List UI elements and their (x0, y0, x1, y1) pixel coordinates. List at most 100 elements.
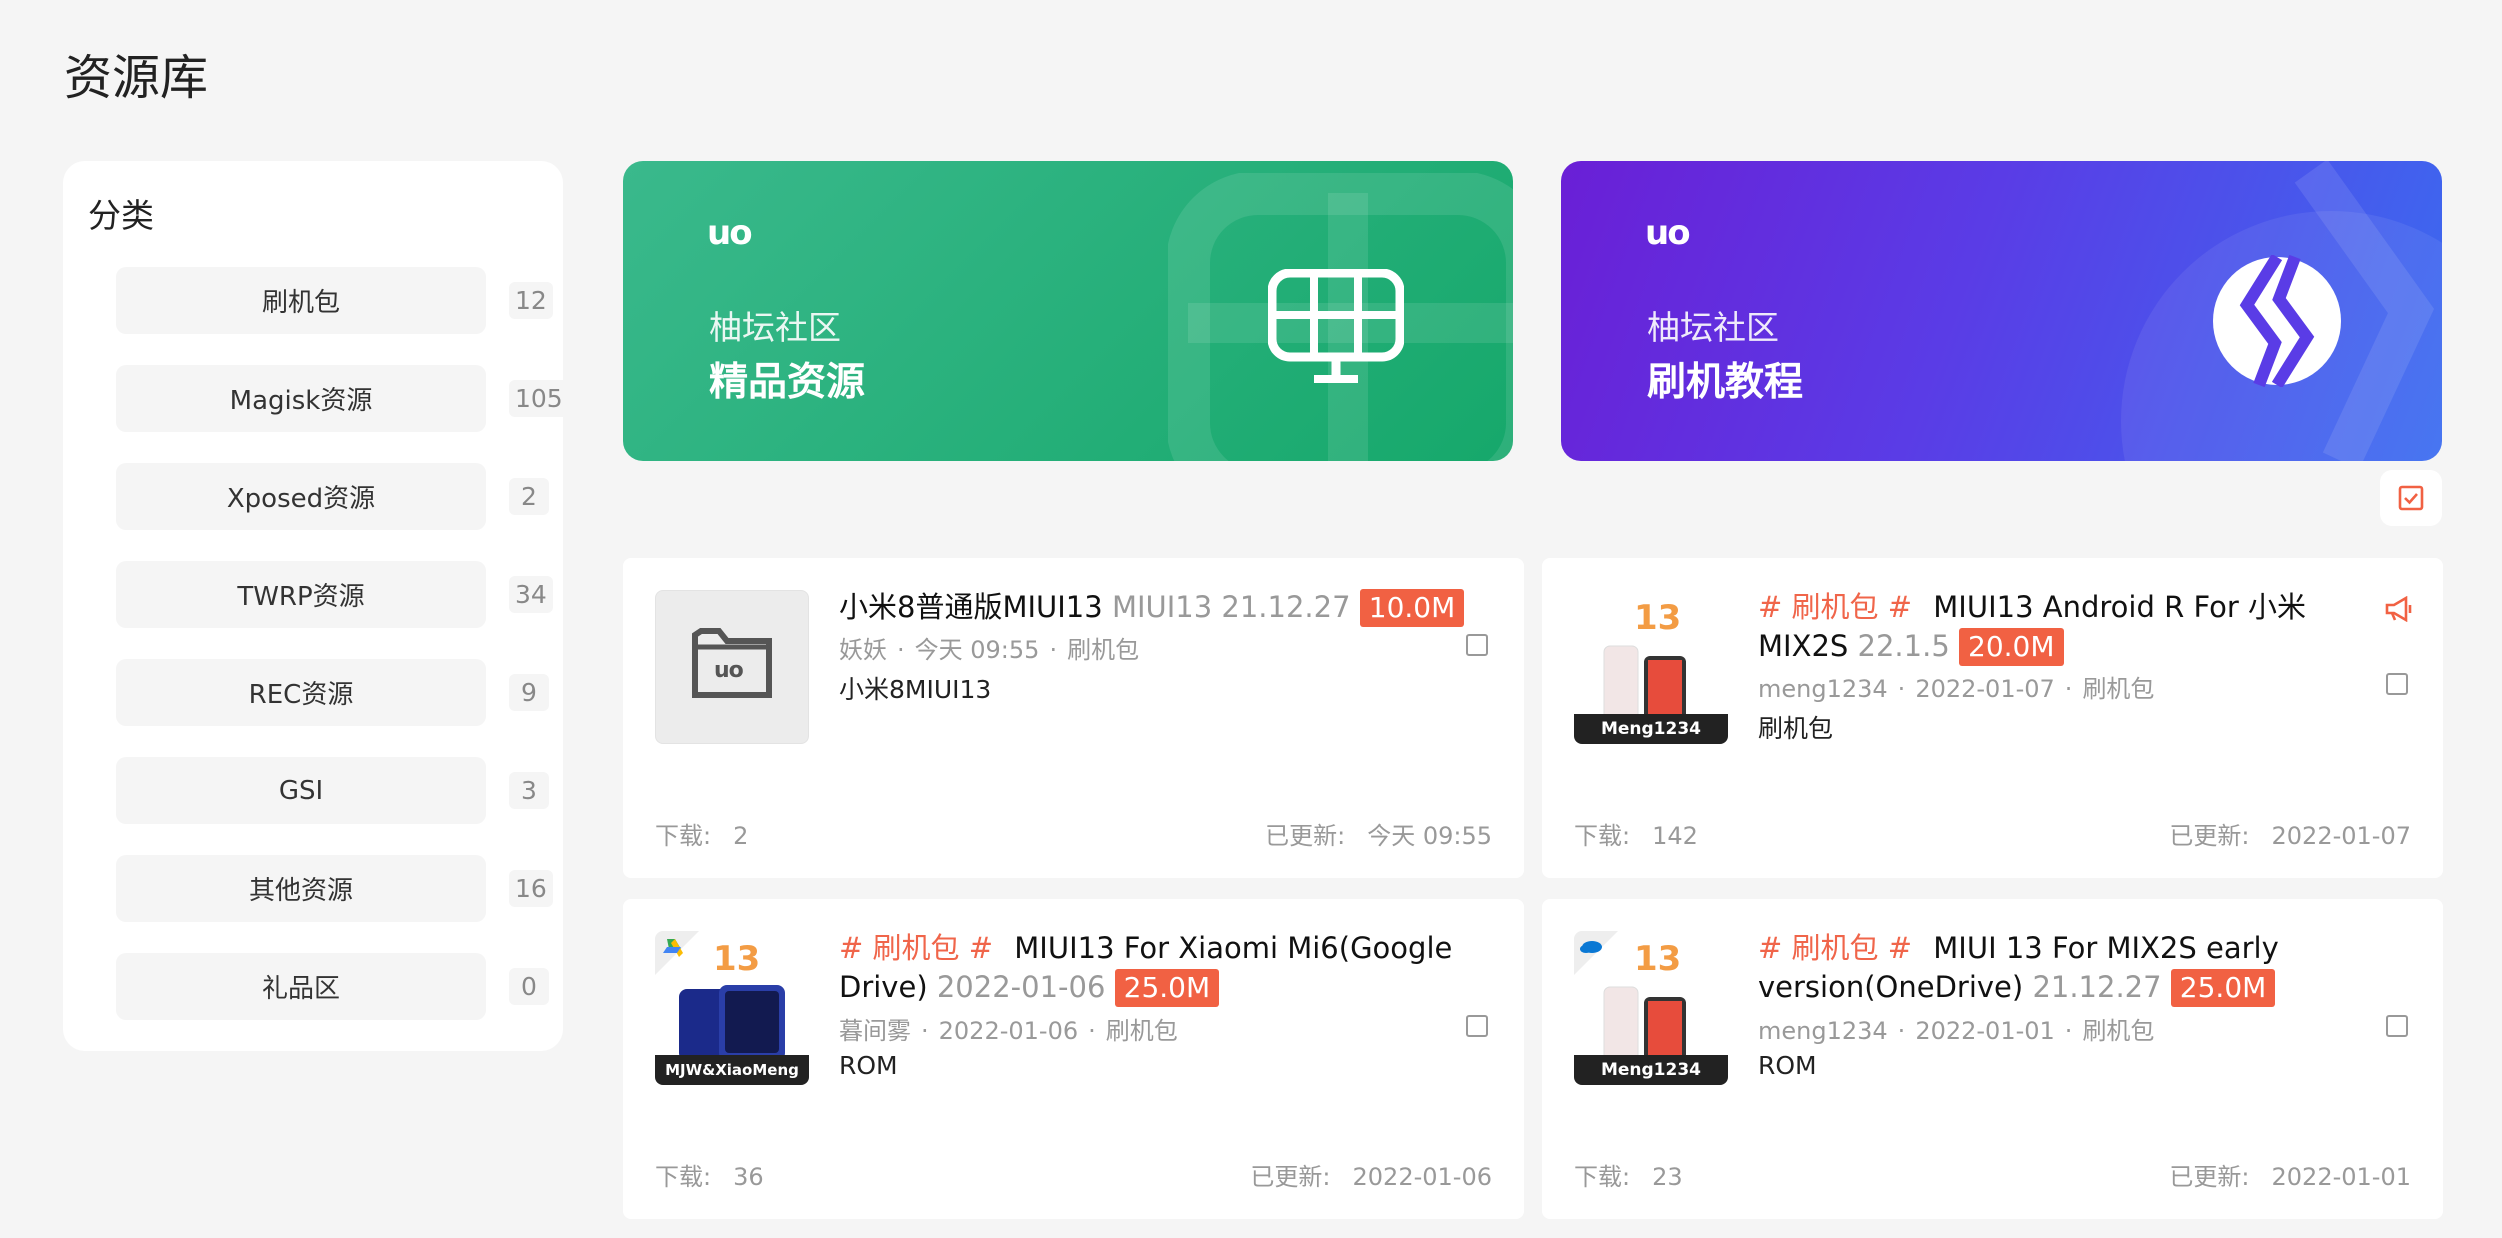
thumb-logo: uo (714, 658, 744, 683)
megaphone-icon[interactable] (2384, 596, 2414, 622)
category-label[interactable]: Magisk资源 (116, 365, 486, 432)
google-drive-icon (655, 931, 699, 975)
author-name[interactable]: 暮间雾 (839, 1017, 911, 1045)
miui13-logo: 13 (713, 939, 761, 979)
post-date: 2022-01-07 (1915, 675, 2055, 703)
category-link[interactable]: 刷机包 (1067, 636, 1139, 664)
card-footer: 下载: 2 已更新: 今天 09:55 (655, 816, 1492, 851)
batch-select-button[interactable] (2380, 470, 2442, 526)
resource-desc: ROM (1758, 1051, 1817, 1080)
version-text: 21.12.27 (2032, 970, 2162, 1004)
category-item[interactable]: TWRP资源 34 (116, 561, 556, 628)
card-footer: 下载: 36 已更新: 2022-01-06 (655, 1157, 1492, 1192)
uo-logo: uo (1645, 213, 1691, 253)
category-label[interactable]: REC资源 (116, 659, 486, 726)
category-item[interactable]: GSI 3 (116, 757, 556, 824)
resource-title[interactable]: 小米8普通版MIUI13 MIUI13 21.12.27 10.0M (839, 588, 1479, 627)
size-badge: 25.0M (2170, 969, 2276, 1007)
category-sidebar: 分类 刷机包 12 Magisk资源 105 Xposed资源 2 TWRP资源… (63, 161, 569, 1051)
author-name[interactable]: 妖妖 (839, 636, 887, 664)
banner-flash-tutorial[interactable]: uo 柚坛社区 刷机教程 (1561, 161, 2442, 461)
resource-card[interactable]: 13 Meng1234 # 刷机包 # MIUI 13 For MIX2S ea… (1542, 899, 2443, 1219)
category-list: 刷机包 12 Magisk资源 105 Xposed资源 2 TWRP资源 34… (116, 267, 569, 1051)
onedrive-icon (1574, 931, 1618, 975)
banner-title: 刷机教程 (1647, 360, 1804, 405)
resource-title[interactable]: # 刷机包 # MIUI13 For Xiaomi Mi6(Google Dri… (839, 929, 1499, 1007)
category-count: 16 (509, 870, 553, 907)
sidebar-title: 分类 (88, 196, 154, 235)
version-text: MIUI13 21.12.27 (1111, 590, 1351, 624)
downloads-label: 下载: (655, 822, 712, 850)
updated-label: 已更新: (2169, 822, 2250, 850)
downloads-label: 下载: (655, 1163, 712, 1191)
category-item[interactable]: Xposed资源 2 (116, 463, 556, 530)
category-tag[interactable]: # 刷机包 # (839, 931, 993, 965)
size-badge: 20.0M (1959, 628, 2064, 666)
select-checkbox[interactable] (2386, 1015, 2408, 1037)
category-item[interactable]: 刷机包 12 (116, 267, 556, 334)
resource-meta: meng1234 · 2022-01-07 · 刷机包 (1758, 675, 2155, 703)
updated-label: 已更新: (2169, 1163, 2250, 1191)
category-item[interactable]: 礼品区 0 (116, 953, 556, 1020)
category-count: 12 (509, 282, 553, 319)
title-text: 小米8普通版MIUI13 (839, 590, 1103, 624)
resource-card[interactable]: 13 Meng1234 # 刷机包 # MIUI13 Android R For… (1542, 558, 2443, 878)
select-checkbox[interactable] (1466, 634, 1488, 656)
check-square-icon (2398, 485, 2424, 511)
updated-date: 今天 09:55 (1367, 822, 1492, 850)
category-tag[interactable]: # 刷机包 # (1758, 590, 1912, 624)
category-label[interactable]: 礼品区 (116, 953, 486, 1020)
resource-desc: 小米8MIUI13 (839, 675, 992, 704)
category-count: 34 (509, 576, 553, 613)
resource-thumbnail: 13 Meng1234 (1574, 931, 1728, 1085)
updated-date: 2022-01-01 (2271, 1163, 2411, 1191)
uploader-badge: Meng1234 (1574, 1055, 1728, 1085)
category-link[interactable]: 刷机包 (1106, 1017, 1178, 1045)
updated-label: 已更新: (1265, 822, 1346, 850)
resource-title[interactable]: # 刷机包 # MIUI 13 For MIX2S early version(… (1758, 929, 2358, 1007)
size-badge: 10.0M (1359, 589, 1465, 627)
category-label[interactable]: Xposed资源 (116, 463, 486, 530)
resource-card[interactable]: 13 MJW&XiaoMeng # 刷机包 # MIUI13 For Xiaom… (623, 899, 1524, 1219)
select-checkbox[interactable] (1466, 1015, 1488, 1037)
author-name[interactable]: meng1234 (1758, 1017, 1888, 1045)
select-checkbox[interactable] (2386, 673, 2408, 695)
resource-thumbnail: 13 MJW&XiaoMeng (655, 931, 809, 1085)
twrp-logo-icon (2213, 255, 2341, 387)
uploader-badge: Meng1234 (1574, 714, 1728, 744)
category-item[interactable]: 其他资源 16 (116, 855, 556, 922)
author-name[interactable]: meng1234 (1758, 675, 1888, 703)
category-count: 2 (509, 478, 549, 515)
category-label[interactable]: 刷机包 (116, 267, 486, 334)
resource-meta: meng1234 · 2022-01-01 · 刷机包 (1758, 1017, 2155, 1045)
category-link[interactable]: 刷机包 (2082, 1017, 2154, 1045)
category-count: 0 (509, 968, 549, 1005)
category-label[interactable]: 其他资源 (116, 855, 486, 922)
category-item[interactable]: Magisk资源 105 (116, 365, 569, 432)
page-title: 资源库 (64, 50, 209, 106)
category-label[interactable]: GSI (116, 757, 486, 824)
resource-thumbnail: 13 Meng1234 (1574, 590, 1728, 744)
post-date: 2022-01-01 (1915, 1017, 2055, 1045)
banner-subtitle: 柚坛社区 (1647, 308, 1779, 347)
downloads-count: 142 (1652, 822, 1698, 850)
size-badge: 25.0M (1114, 969, 1220, 1007)
uo-logo: uo (707, 213, 753, 253)
category-link[interactable]: 刷机包 (2082, 675, 2154, 703)
version-text: 22.1.5 (1857, 629, 1950, 663)
downloads-count: 36 (733, 1163, 764, 1191)
card-footer: 下载: 23 已更新: 2022-01-01 (1574, 1157, 2411, 1192)
category-label[interactable]: TWRP资源 (116, 561, 486, 628)
downloads-count: 2 (733, 822, 749, 850)
resource-meta: 暮间雾 · 2022-01-06 · 刷机包 (839, 1017, 1178, 1045)
updated-date: 2022-01-06 (1352, 1163, 1492, 1191)
category-tag[interactable]: # 刷机包 # (1758, 931, 1912, 965)
updated-date: 2022-01-07 (2271, 822, 2411, 850)
resource-card[interactable]: uo 小米8普通版MIUI13 MIUI13 21.12.27 10.0M 妖妖… (623, 558, 1524, 878)
banner-premium-resources[interactable]: uo 柚坛社区 精品资源 (623, 161, 1513, 461)
category-count: 105 (509, 380, 569, 417)
resource-title[interactable]: # 刷机包 # MIUI13 Android R For 小米MIX2S 22.… (1758, 588, 2358, 666)
category-item[interactable]: REC资源 9 (116, 659, 556, 726)
banner-title: 精品资源 (709, 360, 866, 405)
miui13-logo: 13 (1634, 598, 1682, 638)
